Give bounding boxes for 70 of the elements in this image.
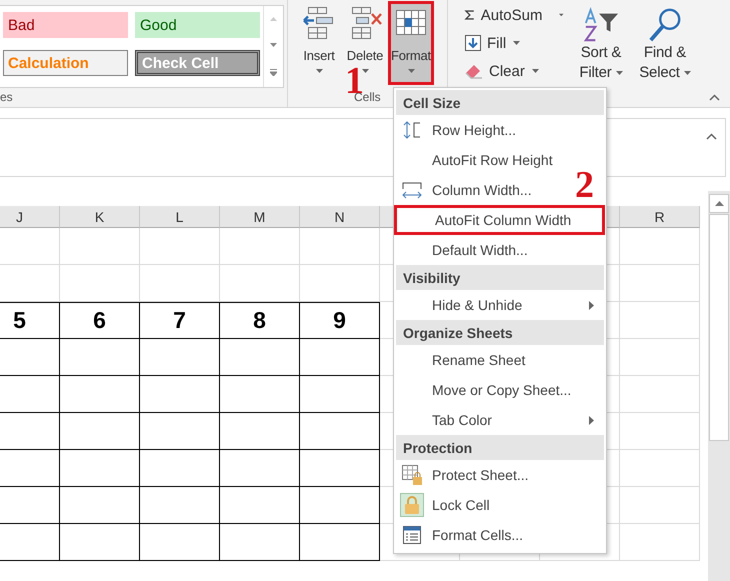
group-label: es (0, 90, 14, 104)
caret-icon (362, 69, 368, 73)
format-cells-dialog-icon (402, 525, 422, 545)
menu-item[interactable]: Lock Cell (396, 490, 490, 520)
menu-item[interactable]: Hide & Unhide (396, 290, 604, 320)
table-cell: 5 (0, 302, 60, 339)
caret-icon (684, 71, 691, 76)
menu-section-header: Visibility (396, 265, 604, 290)
caret-icon (616, 71, 623, 76)
ribbon-button[interactable]: Fill (462, 30, 566, 56)
table-cell (0, 339, 60, 376)
menu-item[interactable]: Default Width... (396, 235, 528, 265)
step-number: 2 (575, 166, 594, 204)
caret-icon (408, 69, 414, 73)
menu-item[interactable]: Rename Sheet (396, 345, 526, 375)
expand-caret-icon[interactable] (706, 133, 717, 140)
ribbon-button[interactable]: Insert (296, 1, 342, 85)
padlock-icon (404, 495, 420, 515)
table-cell: 8 (220, 302, 300, 339)
menu-section-header: Organize Sheets (396, 320, 604, 345)
sort-az-filter-icon (581, 7, 621, 43)
ribbon-button[interactable]: Clear (462, 58, 566, 84)
caret-icon (316, 69, 322, 73)
fill-down-icon (464, 34, 482, 52)
column-header[interactable]: J (0, 206, 60, 228)
menu-section-header: Cell Size (396, 90, 604, 115)
column-header[interactable]: N (300, 206, 380, 228)
ribbon-button[interactable]: Find & Select (636, 2, 694, 86)
column-width-icon (401, 180, 423, 200)
table-cell: 7 (140, 302, 220, 339)
scroll-thumb[interactable] (709, 214, 729, 441)
eraser-icon (464, 62, 484, 80)
cell-style-option[interactable]: Bad (3, 12, 128, 38)
caret-icon (559, 13, 564, 17)
table-cell (0, 524, 60, 561)
column-header[interactable]: L (140, 206, 220, 228)
table-cell: 6 (60, 302, 140, 339)
menu-item[interactable]: AutoFit Row Height (396, 145, 553, 175)
ribbon-button[interactable]: Sort & Filter (572, 2, 630, 86)
caret-icon (532, 69, 539, 73)
table-cell (0, 487, 60, 524)
ribbon-button[interactable]: AutoSum (462, 2, 566, 28)
menu-item[interactable]: AutoFit Column Width (394, 205, 605, 235)
table-cell: 9 (300, 302, 380, 339)
cell-style-option[interactable]: Good (135, 12, 260, 38)
collapse-ribbon-icon[interactable] (709, 94, 720, 101)
menu-item[interactable]: Protect Sheet... (396, 460, 528, 490)
table-cell (0, 228, 60, 265)
table-cell (0, 413, 60, 450)
column-header[interactable]: M (220, 206, 300, 228)
menu-item[interactable]: Column Width... (396, 175, 532, 205)
scroll-down-icon[interactable] (270, 43, 277, 47)
protect-sheet-icon (401, 464, 423, 486)
table-cell (0, 265, 60, 302)
caret-icon (513, 41, 520, 45)
menu-item[interactable]: Format Cells... (396, 520, 524, 550)
menu-item[interactable]: Tab Color (396, 405, 604, 435)
menu-item[interactable]: Row Height... (396, 115, 516, 145)
more-styles-icon[interactable] (270, 69, 277, 76)
column-header[interactable]: K (60, 206, 140, 228)
vertical-scrollbar[interactable] (708, 191, 730, 581)
insert-cells-icon (302, 6, 336, 40)
table-cell (0, 376, 60, 413)
menu-item[interactable]: Move or Copy Sheet... (396, 375, 572, 405)
menu-section-header: Protection (396, 435, 604, 460)
column-header[interactable]: R (620, 206, 700, 228)
ribbon-button[interactable]: Format (388, 1, 434, 85)
table-cell (0, 450, 60, 487)
scroll-up-icon[interactable] (714, 201, 724, 206)
row-height-icon (402, 120, 422, 140)
